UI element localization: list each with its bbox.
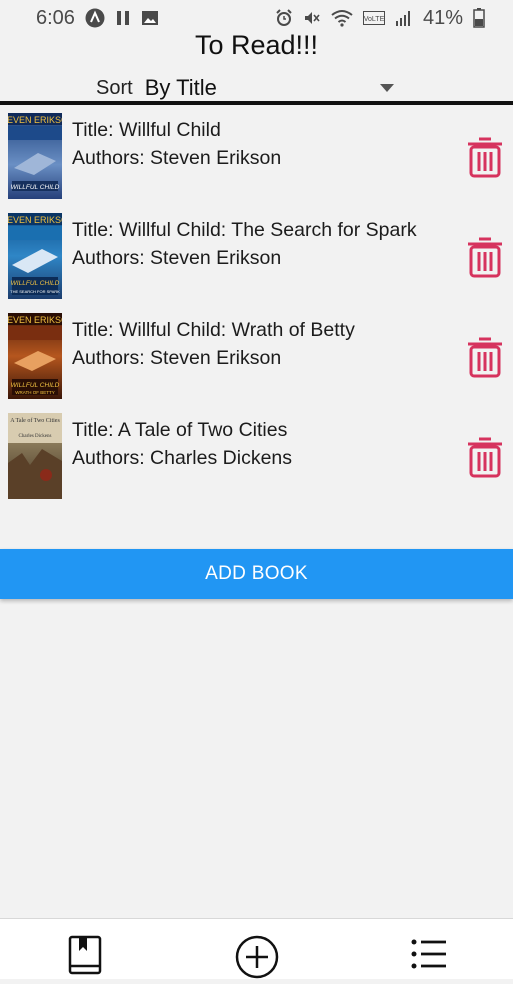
trash-icon[interactable] bbox=[466, 436, 504, 478]
book-item[interactable]: STEVEN ERIKSON WILLFUL CHILD WRATH OF BE… bbox=[0, 310, 513, 410]
sort-selected-value: By Title bbox=[144, 75, 217, 100]
book-title: Title: Willful Child: The Search for Spa… bbox=[72, 219, 417, 241]
book-list: STEVEN ERIKSON WILLFUL CHILD Title: Will… bbox=[0, 110, 513, 510]
book-authors: Authors: Charles Dickens bbox=[72, 447, 293, 469]
sort-dropdown[interactable]: By Title bbox=[145, 75, 396, 101]
cover-subtitle-text: THE SEARCH FOR SPARK bbox=[10, 289, 60, 294]
svg-text:VoLTE: VoLTE bbox=[364, 16, 385, 23]
status-time: 6:06 bbox=[36, 6, 75, 29]
list-icon bbox=[411, 939, 446, 969]
bottom-nav bbox=[0, 918, 513, 979]
cover-title-text: WILLFUL CHILD bbox=[11, 184, 60, 191]
book-title: Title: Willful Child bbox=[72, 119, 221, 141]
dropdown-arrow-icon bbox=[380, 84, 394, 92]
book-title: Title: A Tale of Two Cities bbox=[72, 419, 288, 441]
alarm-icon bbox=[275, 9, 293, 27]
book-cover: STEVEN ERIKSON WILLFUL CHILD WRATH OF BE… bbox=[8, 313, 62, 399]
trash-icon[interactable] bbox=[466, 336, 504, 378]
trash-icon[interactable] bbox=[466, 136, 504, 178]
book-cover: A Tale of Two Cities Charles Dickens bbox=[8, 413, 62, 499]
cover-title-text: A Tale of Two Cities bbox=[10, 417, 60, 424]
cover-author-text: STEVEN ERIKSON bbox=[8, 115, 62, 125]
battery-icon bbox=[473, 8, 485, 28]
sort-row: Sort By Title bbox=[96, 74, 396, 102]
image-icon bbox=[141, 9, 159, 27]
cover-author-text: Charles Dickens bbox=[19, 434, 52, 439]
battery-percent: 41% bbox=[422, 6, 463, 29]
a-icon bbox=[85, 8, 105, 28]
volte-icon: VoLTE bbox=[362, 11, 385, 25]
cover-author-text: STEVEN ERIKSON bbox=[8, 215, 62, 225]
nav-list-tab[interactable] bbox=[410, 935, 450, 975]
book-item[interactable]: STEVEN ERIKSON WILLFUL CHILD THE SEARCH … bbox=[0, 210, 513, 310]
book-authors: Authors: Steven Erikson bbox=[72, 347, 282, 369]
signal-icon bbox=[395, 9, 413, 27]
trash-icon[interactable] bbox=[466, 236, 504, 278]
cover-title-text: WILLFUL CHILD bbox=[11, 382, 60, 389]
wifi-icon bbox=[331, 9, 353, 27]
book-authors: Authors: Steven Erikson bbox=[72, 247, 282, 269]
nav-add-tab[interactable] bbox=[235, 935, 279, 979]
page-title: To Read!!! bbox=[194, 30, 319, 60]
plus-circle-icon bbox=[235, 935, 279, 979]
book-authors: Authors: Steven Erikson bbox=[72, 147, 282, 169]
sort-label: Sort bbox=[96, 76, 133, 99]
cover-subtitle-text: WRATH OF BETTY bbox=[15, 390, 54, 395]
header-divider bbox=[0, 101, 513, 105]
book-cover: STEVEN ERIKSON WILLFUL CHILD bbox=[8, 113, 62, 199]
book-item[interactable]: STEVEN ERIKSON WILLFUL CHILD Title: Will… bbox=[0, 110, 513, 210]
add-book-button[interactable]: ADD BOOK bbox=[0, 549, 513, 599]
bookmark-book-icon bbox=[68, 935, 102, 975]
book-item[interactable]: A Tale of Two Cities Charles Dickens Tit… bbox=[0, 410, 513, 510]
pause-icon bbox=[115, 9, 131, 27]
book-title: Title: Willful Child: Wrath of Betty bbox=[72, 319, 355, 341]
cover-title-text: WILLFUL CHILD bbox=[11, 280, 60, 287]
book-cover: STEVEN ERIKSON WILLFUL CHILD THE SEARCH … bbox=[8, 213, 62, 299]
nav-to-read-tab[interactable] bbox=[66, 935, 106, 975]
cover-author-text: STEVEN ERIKSON bbox=[8, 315, 62, 325]
mute-icon bbox=[303, 9, 321, 27]
